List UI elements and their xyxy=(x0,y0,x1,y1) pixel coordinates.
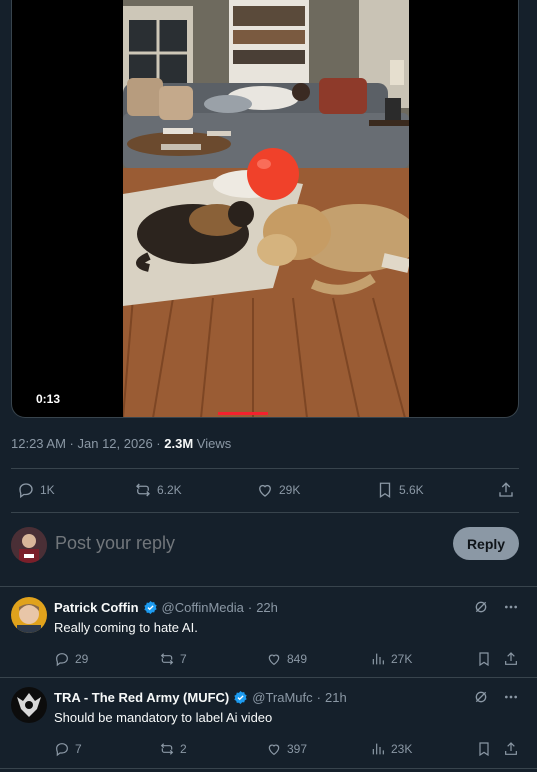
more-icon[interactable] xyxy=(503,689,519,705)
user-avatar[interactable] xyxy=(11,527,47,563)
comment-text: Should be mandatory to label Ai video xyxy=(54,710,273,725)
post-action-bar: 1K 6.2K 29K 5.6K xyxy=(11,478,519,502)
grok-icon[interactable] xyxy=(473,689,489,705)
comment-text: Really coming to hate AI. xyxy=(54,620,198,635)
divider xyxy=(0,768,537,769)
repost-count: 7 xyxy=(180,652,187,666)
avatar-image xyxy=(11,597,47,633)
views-count: 27K xyxy=(391,652,413,666)
comment-header: Patrick Coffin @CoffinMedia · 22h xyxy=(54,600,278,615)
comment-header: TRA - The Red Army (MUFC) @TraMufc · 21h xyxy=(54,690,347,705)
like-action[interactable]: 397 xyxy=(266,741,307,757)
commenter-handle[interactable]: @TraMufc xyxy=(252,690,312,705)
video-player[interactable]: 0:13 xyxy=(11,0,519,418)
repost-icon xyxy=(160,743,174,755)
bookmark-action[interactable]: 5.6K xyxy=(376,478,424,502)
like-count: 849 xyxy=(287,652,308,666)
divider xyxy=(11,468,519,469)
comment-time[interactable]: 22h xyxy=(256,600,278,615)
comment-action-bar: 7 2 397 23K xyxy=(54,741,520,759)
video-still-image xyxy=(123,0,409,417)
repost-count: 2 xyxy=(180,742,187,756)
views-action[interactable]: 27K xyxy=(370,651,412,667)
views-count: 23K xyxy=(391,742,413,756)
commenter-avatar[interactable] xyxy=(11,687,47,723)
reply-action[interactable]: 29 xyxy=(54,651,88,667)
views-icon xyxy=(372,653,384,665)
comment-top-icons xyxy=(473,599,519,615)
reply-input[interactable]: Post your reply xyxy=(55,533,175,554)
share-icon xyxy=(505,742,517,755)
post-date[interactable]: Jan 12, 2026 xyxy=(78,436,153,451)
comment-action-bar: 29 7 849 27K xyxy=(54,651,520,669)
video-frame[interactable] xyxy=(123,0,409,417)
video-progress-bar[interactable] xyxy=(218,412,268,415)
like-count: 397 xyxy=(287,742,308,756)
repost-action[interactable]: 2 xyxy=(159,741,187,757)
commenter-handle[interactable]: @CoffinMedia xyxy=(162,600,244,615)
bookmark-count: 5.6K xyxy=(399,483,424,497)
post-meta: 12:23 AM · Jan 12, 2026 · 2.3M Views xyxy=(11,436,232,451)
more-icon[interactable] xyxy=(503,599,519,615)
views-label: Views xyxy=(196,436,232,451)
reply-composer: Post your reply Reply xyxy=(11,524,519,566)
repost-icon xyxy=(136,483,150,497)
heart-icon xyxy=(268,654,280,666)
bookmark-icon xyxy=(479,652,489,667)
reply-icon xyxy=(19,483,33,499)
share-action[interactable] xyxy=(503,741,519,757)
repost-action[interactable]: 6.2K xyxy=(134,478,182,502)
bookmark-icon xyxy=(379,482,391,499)
comment-top-icons xyxy=(473,689,519,705)
bookmark-action[interactable] xyxy=(476,651,492,667)
comment-time[interactable]: 21h xyxy=(325,690,347,705)
commenter-name[interactable]: Patrick Coffin xyxy=(54,600,139,615)
commenter-name[interactable]: TRA - The Red Army (MUFC) xyxy=(54,690,229,705)
reply-count: 29 xyxy=(75,652,89,666)
comment-item[interactable]: Patrick Coffin @CoffinMedia · 22h Really… xyxy=(0,587,537,677)
commenter-avatar[interactable] xyxy=(11,597,47,633)
reply-icon xyxy=(56,743,68,757)
verified-badge-icon xyxy=(233,690,248,705)
repost-count: 6.2K xyxy=(157,483,182,497)
reply-action[interactable]: 1K xyxy=(17,478,55,502)
reply-action[interactable]: 7 xyxy=(54,741,82,757)
grok-icon[interactable] xyxy=(473,599,489,615)
comment-item[interactable]: TRA - The Red Army (MUFC) @TraMufc · 21h… xyxy=(0,677,537,767)
heart-icon xyxy=(268,744,280,756)
reply-icon xyxy=(56,653,68,667)
reply-button[interactable]: Reply xyxy=(453,527,519,560)
video-duration: 0:13 xyxy=(32,390,65,408)
share-action[interactable] xyxy=(497,478,515,502)
share-icon xyxy=(499,482,513,497)
views-count: 2.3M xyxy=(164,436,194,451)
divider xyxy=(11,512,519,513)
heart-icon xyxy=(259,484,271,497)
repost-icon xyxy=(160,653,174,665)
bookmark-action[interactable] xyxy=(476,741,492,757)
like-action[interactable]: 29K xyxy=(256,478,300,502)
reply-count: 1K xyxy=(40,483,55,497)
repost-action[interactable]: 7 xyxy=(159,651,187,667)
share-icon xyxy=(505,652,517,665)
post-time[interactable]: 12:23 AM xyxy=(11,436,66,451)
like-action[interactable]: 849 xyxy=(266,651,307,667)
bookmark-icon xyxy=(479,742,489,757)
views-icon xyxy=(372,743,384,755)
views-action[interactable]: 23K xyxy=(370,741,412,757)
share-action[interactable] xyxy=(503,651,519,667)
like-count: 29K xyxy=(279,483,301,497)
avatar-image xyxy=(11,687,47,723)
verified-badge-icon xyxy=(143,600,158,615)
avatar-image xyxy=(11,527,47,563)
reply-count: 7 xyxy=(75,742,82,756)
